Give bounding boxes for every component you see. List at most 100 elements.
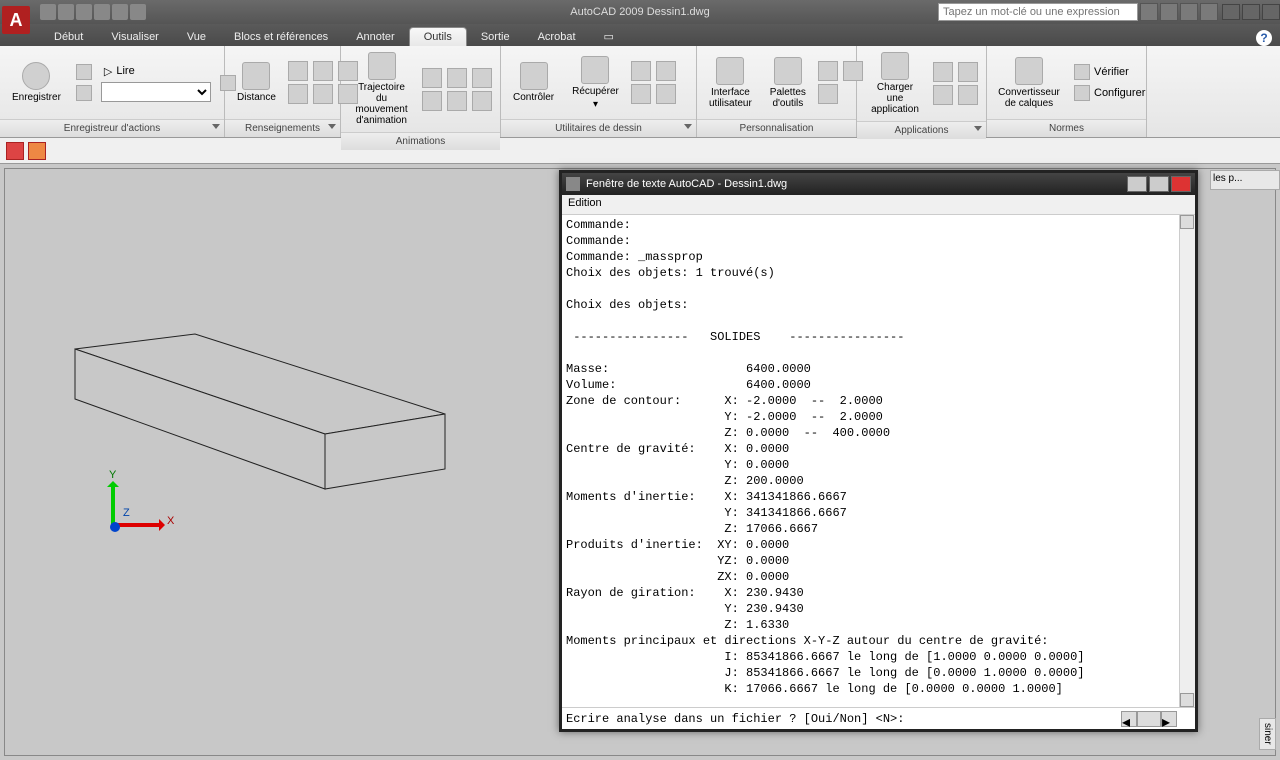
insert-point-button[interactable] (73, 84, 95, 102)
ribbon: Enregistrer ▷ Lire Enregistreur d'action… (0, 46, 1280, 138)
tw-maximize-button[interactable] (1149, 176, 1169, 192)
qat-new-icon[interactable] (40, 4, 56, 20)
tab-annoter[interactable]: Annoter (342, 28, 409, 46)
tw-close-button[interactable] (1171, 176, 1191, 192)
text-window: Fenêtre de texte AutoCAD - Dessin1.dwg E… (559, 170, 1198, 732)
search-input[interactable] (938, 3, 1138, 21)
tab-blocs[interactable]: Blocs et références (220, 28, 342, 46)
favorites-icon[interactable] (1200, 3, 1218, 21)
pdf-icon[interactable] (6, 142, 24, 160)
locate-icon[interactable] (313, 84, 333, 104)
tab-visualiser[interactable]: Visualiser (97, 28, 173, 46)
insert-msg-button[interactable] (73, 63, 95, 81)
x-axis-label: X (167, 515, 174, 527)
titlebar: A AutoCAD 2009 Dessin1.dwg (0, 0, 1280, 24)
cust3-icon[interactable] (818, 84, 838, 104)
panel-title-utilitaires: Utilitaires de dessin (501, 119, 696, 137)
hscroll-thumb[interactable] (1137, 711, 1161, 727)
text-window-titlebar[interactable]: Fenêtre de texte AutoCAD - Dessin1.dwg (562, 173, 1195, 195)
util4-icon[interactable] (656, 84, 676, 104)
load-app-button[interactable]: Charger une application (863, 50, 927, 117)
close-button[interactable] (1262, 4, 1280, 20)
qat-undo-icon[interactable] (112, 4, 128, 20)
x-axis-icon (113, 523, 163, 527)
play-button[interactable]: ▷ Lire (101, 64, 211, 79)
scroll-down-button[interactable] (1180, 693, 1194, 707)
side-vertical-tab[interactable]: siner (1259, 718, 1276, 750)
anim-pause-icon[interactable] (447, 68, 467, 88)
recover-icon (581, 56, 609, 84)
palettes-button[interactable]: Palettes d'outils (764, 55, 812, 111)
distance-icon (242, 62, 270, 90)
gear-icon (1074, 85, 1090, 101)
anim-save-icon[interactable] (472, 91, 492, 111)
point-icon (76, 85, 92, 101)
load-app-icon (881, 52, 909, 80)
panel-title-normes: Normes (987, 119, 1146, 137)
cust1-icon[interactable] (818, 61, 838, 81)
y-axis-label: Y (109, 469, 116, 481)
area-icon[interactable] (288, 61, 308, 81)
app1-icon[interactable] (933, 62, 953, 82)
anim-circle-icon[interactable] (422, 91, 442, 111)
anim-rect-icon[interactable] (447, 91, 467, 111)
hscroll-left-button[interactable]: ◂ (1121, 711, 1137, 727)
play-icon: ▷ (104, 65, 112, 78)
util3-icon[interactable] (631, 84, 651, 104)
qat-save-icon[interactable] (76, 4, 92, 20)
tw-minimize-button[interactable] (1127, 176, 1147, 192)
verify-button[interactable]: Vérifier (1071, 63, 1148, 81)
maximize-button[interactable] (1242, 4, 1260, 20)
text-window-scrollbar[interactable] (1179, 215, 1195, 707)
qat-redo-icon[interactable] (130, 4, 146, 20)
app4-icon[interactable] (958, 85, 978, 105)
id-icon[interactable] (288, 84, 308, 104)
tab-outils[interactable]: Outils (409, 27, 467, 46)
comm-center-icon[interactable] (1180, 3, 1198, 21)
configure-button[interactable]: Configurer (1071, 84, 1148, 102)
ui-button[interactable]: Interface utilisateur (703, 55, 758, 111)
trajectory-button[interactable]: Trajectoire du mouvement d'animation (347, 50, 416, 128)
distance-button[interactable]: Distance (231, 60, 282, 105)
region-icon[interactable] (313, 61, 333, 81)
layer-convert-button[interactable]: Convertisseur de calques (993, 55, 1065, 111)
hscroll-right-button[interactable]: ▸ (1161, 711, 1177, 727)
pdf-alt-icon[interactable] (28, 142, 46, 160)
record-button[interactable]: Enregistrer (6, 60, 67, 105)
qat-open-icon[interactable] (58, 4, 74, 20)
anim-settings-icon[interactable] (472, 68, 492, 88)
solid-3d-box (65, 329, 465, 529)
scroll-up-button[interactable] (1180, 215, 1194, 229)
anim-play-icon[interactable] (422, 68, 442, 88)
text-window-title: Fenêtre de texte AutoCAD - Dessin1.dwg (586, 178, 787, 190)
util1-icon[interactable] (631, 61, 651, 81)
tab-vue[interactable]: Vue (173, 28, 220, 46)
controller-icon (520, 62, 548, 90)
window-title: AutoCAD 2009 Dessin1.dwg (570, 6, 709, 18)
trajectory-icon (368, 52, 396, 80)
util2-icon[interactable] (656, 61, 676, 81)
app-menu-icon[interactable]: A (2, 6, 30, 34)
side-panel-tab[interactable]: les p... (1210, 170, 1280, 190)
app3-icon[interactable] (933, 85, 953, 105)
infocenter-icon[interactable] (1160, 3, 1178, 21)
minimize-button[interactable] (1222, 4, 1240, 20)
panel-title-renseignements: Renseignements (225, 119, 340, 137)
tab-acrobat[interactable]: Acrobat (524, 28, 590, 46)
app2-icon[interactable] (958, 62, 978, 82)
action-combobox[interactable] (101, 82, 211, 102)
palettes-icon (774, 57, 802, 85)
tab-sortie[interactable]: Sortie (467, 28, 524, 46)
controller-button[interactable]: Contrôler (507, 60, 560, 105)
search-button[interactable] (1140, 3, 1158, 21)
ribbon-tabs: Début Visualiser Vue Blocs et références… (0, 24, 1280, 46)
tab-debut[interactable]: Début (40, 28, 97, 46)
qat-print-icon[interactable] (94, 4, 110, 20)
text-window-prompt[interactable]: Ecrire analyse dans un fichier ? [Oui/No… (562, 707, 1195, 729)
help-icon[interactable]: ? (1256, 30, 1272, 46)
text-window-body[interactable]: Commande: Commande: Commande: _massprop … (562, 215, 1195, 707)
text-window-menu[interactable]: Edition (562, 195, 1195, 215)
recover-button[interactable]: Récupérer ▾ (566, 54, 625, 112)
tab-extra-icon[interactable]: ▭ (590, 27, 628, 46)
z-axis-icon (110, 522, 120, 532)
